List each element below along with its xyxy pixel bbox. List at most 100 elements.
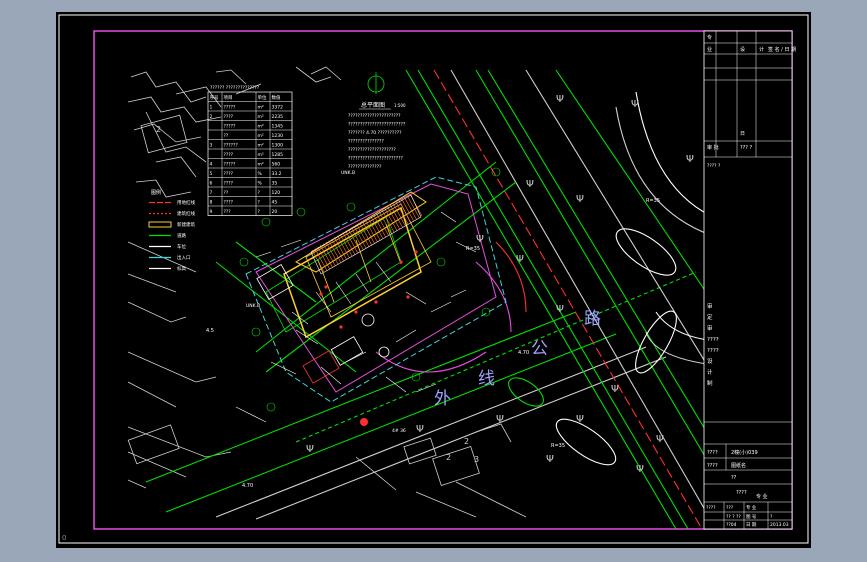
design-notes: 总平面图 1:500???????????????????????????????… — [348, 101, 406, 170]
tb-project-row: 设 — [707, 357, 713, 365]
legend-item-label: 出入口 — [177, 254, 191, 261]
tb-row1-right: 2幢(小)039 — [731, 449, 758, 456]
drawing-canvas[interactable]: 0 Ψ ΨΨΨΨΨΨΨΨΨΨΨΨΨΨΨ ?????? ?????????????… — [56, 12, 811, 548]
table-cell: ?? — [224, 190, 229, 196]
detail-line — [270, 361, 297, 375]
grid-bubble — [296, 207, 306, 217]
table-cell: ???? — [224, 199, 234, 205]
table-cell: 9 — [210, 209, 213, 215]
legend[interactable]: 图例用地红线建筑红线新建建筑道路车位出入口标高 — [148, 189, 195, 272]
legend-swatch — [148, 221, 172, 228]
table-header-cell: 数值 — [272, 94, 281, 101]
hatch-line — [404, 197, 417, 220]
table-cell: m² — [258, 124, 264, 129]
table-cell: % — [258, 180, 263, 186]
road-name-char: 外 — [434, 389, 451, 409]
note-line: ??????????????? — [348, 139, 384, 145]
road-name-char: 线 — [478, 369, 495, 389]
existing-context — [127, 66, 527, 518]
lot-number: 2 — [464, 437, 469, 446]
tree-symbol: Ψ — [476, 234, 484, 245]
data-table[interactable]: ?????? ??????????????序号 项目 单位 数值1????? m² 337… — [207, 85, 293, 216]
table-cell: 45 — [272, 199, 278, 205]
table-cell: 7 — [210, 190, 213, 196]
table-cell: ????? — [224, 104, 237, 110]
table-cell: ? — [258, 190, 261, 196]
table-cell: 2235 — [272, 114, 284, 120]
tb-bottom-cell: 日 期 — [746, 522, 757, 528]
road-name-char: 公 — [531, 339, 548, 359]
title-block[interactable]: 专业设计签 名 / 日 期日审 批??? ????? ?审定审????????设… — [703, 30, 796, 530]
tb-project-row: 审 — [707, 324, 713, 332]
cad-viewport[interactable]: 0 Ψ Ψ Ψ Ψ Ψ Ψ Ψ Ψ Ψ Ψ Ψ Ψ Ψ Ψ Ψ Ψ ??????… — [56, 12, 811, 548]
detail-line — [395, 329, 417, 343]
legend-title: 图例 — [151, 189, 161, 196]
marker-dot — [319, 292, 323, 296]
tree-symbol: Ψ — [576, 194, 584, 205]
tb-bottom-cell: ??04 — [726, 522, 737, 528]
table-cell: 4 — [210, 161, 213, 167]
tb-bottom-cell: 专 业 — [746, 504, 757, 511]
marker-dot — [339, 325, 343, 329]
tree-symbol: Ψ — [686, 154, 694, 165]
table-cell: 1285 — [272, 152, 284, 158]
tb-row2-left: ???? — [707, 463, 718, 469]
tree-symbol: Ψ — [546, 454, 554, 465]
legend-item-label: 标高 — [177, 265, 186, 272]
radius-label: R=35 — [466, 246, 480, 252]
detail-line — [280, 239, 302, 248]
plan-scale: 1:500 — [394, 103, 406, 108]
tb-top-cell: 业 — [707, 46, 712, 53]
table-cell: 5 — [210, 171, 213, 177]
table-cell: 560 — [272, 161, 281, 167]
legend-item-label: 新建建筑 — [177, 221, 195, 228]
tb-bottom-cell: ?? ? ?? — [726, 514, 741, 520]
legend-item-label: 建筑红线 — [177, 210, 195, 217]
lot-number: 3 — [474, 455, 479, 464]
grid-bubble — [346, 202, 356, 212]
tree-symbol: Ψ — [611, 384, 619, 395]
table-cell: m² — [258, 105, 264, 110]
table-cell: ???? — [224, 180, 234, 186]
table-cell: 3372 — [272, 104, 284, 110]
table-cell: 35 — [272, 180, 278, 186]
tb-top-cell: 签 名 / 日 期 — [768, 46, 796, 53]
table-cell: 1300 — [272, 142, 284, 148]
marker-dot — [406, 295, 410, 299]
detail-line — [415, 383, 437, 393]
legend-item-label: 用地红线 — [177, 199, 195, 206]
table-cell: ????? — [224, 161, 237, 167]
table-cell: ? — [258, 209, 261, 215]
tb-top-cell: 专 — [707, 34, 712, 41]
detail-line — [320, 366, 342, 385]
tb-row3: ?? — [731, 475, 737, 481]
outer-frame — [58, 14, 809, 544]
unit-label: UNK.B — [246, 303, 260, 309]
tree-symbol: Ψ — [556, 94, 564, 105]
lot-number: 2 — [446, 453, 451, 462]
tree-symbol: Ψ — [306, 444, 314, 455]
building-footprint[interactable] — [283, 191, 432, 339]
tree-symbol: Ψ — [576, 414, 584, 425]
tb-row2-right: 图纸名 — [731, 462, 746, 469]
table-cell: 6 — [210, 180, 213, 186]
plan-title: 总平面图 — [361, 101, 385, 109]
grid-bubble — [436, 257, 446, 267]
tree-symbol: Ψ — [556, 304, 564, 315]
tb-row1-left: ???? — [707, 450, 718, 456]
table-cell: ??? — [224, 209, 232, 215]
table-cell: m² — [258, 153, 264, 158]
table-header-cell: 单位 — [258, 94, 267, 101]
table-cell: m² — [258, 143, 264, 148]
table-cell: m² — [258, 162, 264, 167]
legend-item-label: 道路 — [177, 232, 186, 239]
tree-symbol: Ψ — [656, 434, 664, 445]
radius-label: R=35 — [551, 443, 565, 449]
tb-bottom-cell: 图 号 — [746, 514, 757, 520]
level-left: 4.5 — [206, 328, 214, 334]
grid-bubble — [266, 402, 276, 412]
tb-bottom-cell: ??? — [726, 505, 734, 511]
site-boundary — [245, 176, 507, 403]
tb-project-row: ???? — [707, 348, 719, 354]
detail-line — [345, 351, 367, 363]
